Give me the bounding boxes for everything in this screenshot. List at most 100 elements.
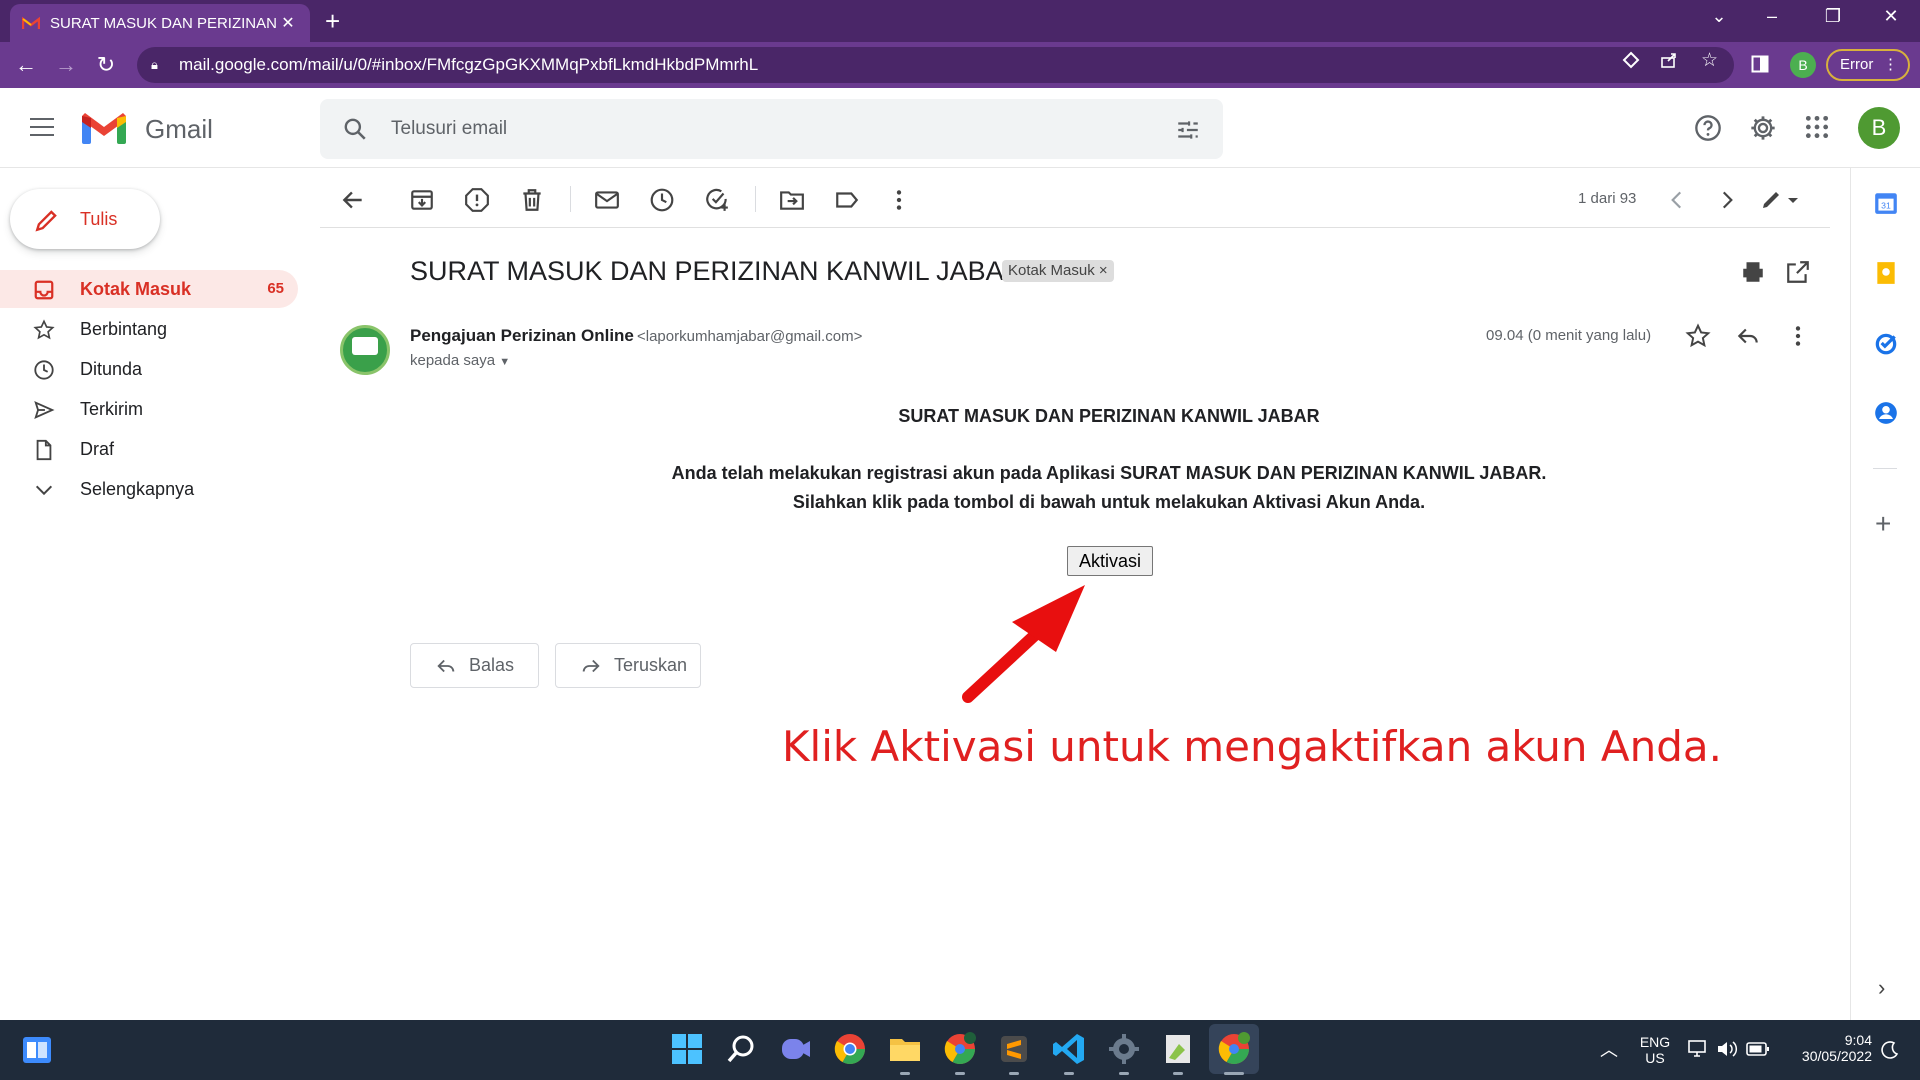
- start-windows-icon[interactable]: [668, 1030, 706, 1068]
- bookmark-star-icon[interactable]: ☆: [1701, 49, 1718, 72]
- tab-close-icon[interactable]: ✕: [278, 13, 298, 33]
- browser-tab[interactable]: SURAT MASUK DAN PERIZINAN I ✕: [10, 4, 310, 42]
- mark-unread-icon[interactable]: [594, 187, 620, 213]
- open-new-window-icon[interactable]: [1785, 259, 1811, 285]
- calendar-icon[interactable]: 31: [1873, 190, 1899, 216]
- chrome-profile-b-icon[interactable]: [1215, 1030, 1253, 1068]
- inbox-icon: [34, 280, 54, 300]
- older-chevron-right-icon[interactable]: [1714, 187, 1740, 213]
- notification-moon-icon[interactable]: [1880, 1040, 1900, 1060]
- lang-line-2: US: [1645, 1050, 1665, 1066]
- reply-button[interactable]: Balas: [410, 643, 539, 688]
- reload-icon[interactable]: ↻: [86, 52, 126, 78]
- print-icon[interactable]: [1740, 259, 1766, 285]
- side-panel-icon[interactable]: [1751, 55, 1769, 73]
- share-icon[interactable]: [1660, 51, 1678, 69]
- account-avatar[interactable]: B: [1858, 107, 1900, 149]
- chrome-profile-k-icon[interactable]: [941, 1030, 979, 1068]
- chrome-icon[interactable]: [831, 1030, 869, 1068]
- delete-icon[interactable]: [519, 187, 545, 213]
- back-to-inbox-icon[interactable]: [340, 187, 366, 213]
- contacts-icon[interactable]: [1873, 400, 1899, 426]
- pencil-icon: [35, 210, 57, 232]
- chat-camera-icon[interactable]: [777, 1030, 815, 1068]
- taskbar-search-icon[interactable]: [722, 1030, 760, 1068]
- more-options-icon[interactable]: [886, 187, 912, 213]
- inbox-label-chip[interactable]: Kotak Masuk ×: [1002, 260, 1114, 282]
- url-text: mail.google.com/mail/u/0/#inbox/FMfcgzGp…: [179, 55, 759, 74]
- message-more-icon[interactable]: [1785, 323, 1811, 349]
- sidebar-item-starred[interactable]: Berbintang: [0, 310, 300, 348]
- search-bar[interactable]: Telusuri email: [320, 99, 1223, 159]
- browser-error-button[interactable]: Error ⋮: [1826, 49, 1910, 81]
- recipient-details[interactable]: kepada saya ▼: [410, 352, 510, 369]
- file-explorer-icon[interactable]: [886, 1030, 924, 1068]
- sidebar-item-snoozed[interactable]: Ditunda: [0, 350, 300, 388]
- search-icon[interactable]: [342, 116, 368, 142]
- notepad-plus-icon[interactable]: [1159, 1030, 1197, 1068]
- archive-icon[interactable]: [409, 187, 435, 213]
- reply-icon[interactable]: [1735, 323, 1761, 349]
- minimize-icon[interactable]: –: [1757, 6, 1787, 27]
- add-addon-icon[interactable]: +: [1875, 508, 1891, 540]
- snooze-clock-icon[interactable]: [649, 187, 675, 213]
- sidebar-item-inbox[interactable]: Kotak Masuk 65: [0, 270, 298, 308]
- gmail-logo-icon: [82, 113, 126, 144]
- address-bar[interactable]: 🔒︎ mail.google.com/mail/u/0/#inbox/FMfcg…: [137, 47, 1734, 83]
- input-tools-icon[interactable]: [1760, 187, 1804, 213]
- volume-icon[interactable]: [1716, 1039, 1738, 1059]
- browser-toolbar: ← → ↻ 🔒︎ mail.google.com/mail/u/0/#inbox…: [0, 42, 1920, 88]
- lang-line-1: ENG: [1639, 1034, 1671, 1050]
- keep-icon[interactable]: [1873, 260, 1899, 286]
- forward-button[interactable]: Teruskan: [555, 643, 701, 688]
- network-icon[interactable]: [1688, 1039, 1710, 1059]
- clock[interactable]: 9:04 30/05/2022: [1782, 1032, 1872, 1064]
- window-close-icon[interactable]: ✕: [1876, 6, 1906, 27]
- forward-icon[interactable]: →: [46, 52, 86, 78]
- browser-profile-avatar[interactable]: B: [1790, 52, 1816, 78]
- toolbar-divider: [755, 186, 756, 212]
- clock-icon: [34, 360, 54, 380]
- tab-search-icon[interactable]: ⌄: [1704, 6, 1734, 27]
- settings-app-icon[interactable]: [1105, 1030, 1143, 1068]
- body-line-2: Silahkan klik pada tombol di bawah untuk…: [792, 492, 1426, 512]
- vscode-icon[interactable]: [1050, 1030, 1088, 1068]
- main-menu-icon[interactable]: [30, 118, 54, 142]
- clock-time: 9:04: [1844, 1032, 1872, 1048]
- activate-button[interactable]: Aktivasi: [1067, 546, 1153, 576]
- move-to-icon[interactable]: [779, 187, 805, 213]
- compose-button[interactable]: Tulis: [10, 189, 160, 249]
- pager-text: 1 dari 93: [1578, 190, 1637, 207]
- extension-icon[interactable]: [1622, 51, 1640, 69]
- show-hidden-icons-chevron-icon[interactable]: ︿: [1600, 1036, 1618, 1062]
- sublime-text-icon[interactable]: [995, 1030, 1033, 1068]
- help-icon[interactable]: [1694, 114, 1722, 142]
- running-indicator: [900, 1072, 910, 1075]
- settings-gear-icon[interactable]: [1749, 114, 1777, 142]
- sidebar-item-label: Ditunda: [80, 359, 143, 379]
- star-message-icon[interactable]: [1685, 323, 1711, 349]
- battery-icon[interactable]: [1746, 1041, 1770, 1057]
- browser-menu-icon[interactable]: ⋮: [1883, 51, 1898, 79]
- unread-count: 65: [267, 280, 284, 297]
- running-indicator: [955, 1072, 965, 1075]
- report-spam-icon[interactable]: [464, 187, 490, 213]
- new-tab-icon[interactable]: +: [325, 8, 340, 34]
- label-chip-text: Kotak Masuk: [1008, 262, 1095, 279]
- add-task-icon[interactable]: [704, 187, 730, 213]
- lock-icon[interactable]: 🔒︎: [151, 57, 165, 73]
- restore-icon[interactable]: ❐: [1818, 6, 1848, 27]
- apps-grid-icon[interactable]: [1804, 114, 1830, 140]
- caret-down-icon[interactable]: ▼: [499, 356, 510, 368]
- newer-chevron-left-icon[interactable]: [1664, 187, 1690, 213]
- widgets-icon[interactable]: [22, 1036, 52, 1064]
- back-icon[interactable]: ←: [6, 52, 46, 78]
- expand-panel-chevron-icon[interactable]: ›: [1878, 975, 1885, 1001]
- message-time: 09.04 (0 menit yang lalu): [1486, 327, 1652, 344]
- remove-label-icon[interactable]: ×: [1099, 262, 1108, 279]
- search-input[interactable]: Telusuri email: [391, 118, 507, 140]
- search-options-icon[interactable]: [1175, 117, 1201, 143]
- label-icon[interactable]: [834, 187, 860, 213]
- input-language[interactable]: ENG US: [1635, 1034, 1675, 1066]
- tasks-icon[interactable]: [1873, 330, 1899, 356]
